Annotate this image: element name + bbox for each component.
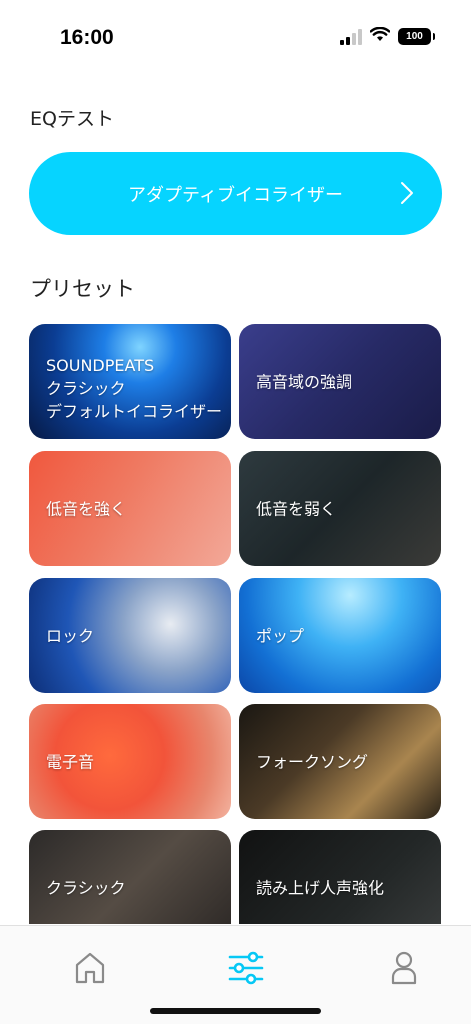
profile-icon — [391, 951, 417, 985]
preset-label: 低音を強く — [46, 499, 127, 518]
preset-card-rock[interactable]: ロック — [29, 578, 231, 693]
status-bar: 16:00 100 — [0, 0, 471, 70]
preset-label: フォークソング — [256, 752, 369, 771]
preset-label: 電子音 — [46, 752, 95, 771]
preset-label: クラシック — [46, 878, 126, 897]
tab-bar — [0, 925, 471, 1024]
preset-label: 読み上げ人声強化 — [256, 878, 385, 897]
tab-profile[interactable] — [384, 948, 424, 988]
preset-label: 高音域の強調 — [256, 372, 353, 391]
chevron-right-icon — [400, 180, 414, 211]
preset-card-vocal-enhance[interactable]: 読み上げ人声強化 — [239, 830, 441, 924]
status-time: 16:00 — [60, 26, 114, 49]
preset-card-treble-boost[interactable]: 高音域の強調 — [239, 324, 441, 439]
tab-home[interactable] — [70, 948, 110, 988]
preset-label: ロック — [46, 626, 95, 645]
preset-label: ポップ — [256, 626, 305, 645]
preset-card-bass-boost[interactable]: 低音を強く — [29, 451, 231, 566]
status-icons: 100 — [340, 26, 435, 46]
preset-card-soundpeats-classic[interactable]: SOUNDPEATS クラシック デフォルトイコライザー — [29, 324, 231, 439]
home-indicator[interactable] — [150, 1008, 321, 1014]
preset-card-folk[interactable]: フォークソング — [239, 704, 441, 819]
cellular-signal-icon — [340, 28, 362, 45]
equalizer-sliders-icon — [228, 951, 264, 985]
preset-card-classical[interactable]: クラシック — [29, 830, 231, 924]
preset-card-bass-reduce[interactable]: 低音を弱く — [239, 451, 441, 566]
adaptive-equalizer-label: アダプティブイコライザー — [128, 184, 343, 206]
preset-card-electronic[interactable]: 電子音 — [29, 704, 231, 819]
battery-icon: 100 — [398, 28, 435, 45]
preset-label: SOUNDPEATS クラシック デフォルトイコライザー — [46, 356, 223, 421]
home-icon — [75, 952, 105, 984]
preset-grid: SOUNDPEATS クラシック デフォルトイコライザー 高音域の強調 低音を強… — [0, 320, 471, 924]
preset-label: 低音を弱く — [256, 499, 337, 518]
adaptive-equalizer-button[interactable]: アダプティブイコライザー — [29, 152, 442, 235]
wifi-icon — [369, 26, 391, 46]
tab-equalizer[interactable] — [226, 948, 266, 988]
preset-card-pop[interactable]: ポップ — [239, 578, 441, 693]
eq-test-title: EQテスト — [30, 108, 114, 130]
presets-title: プリセット — [30, 277, 135, 301]
